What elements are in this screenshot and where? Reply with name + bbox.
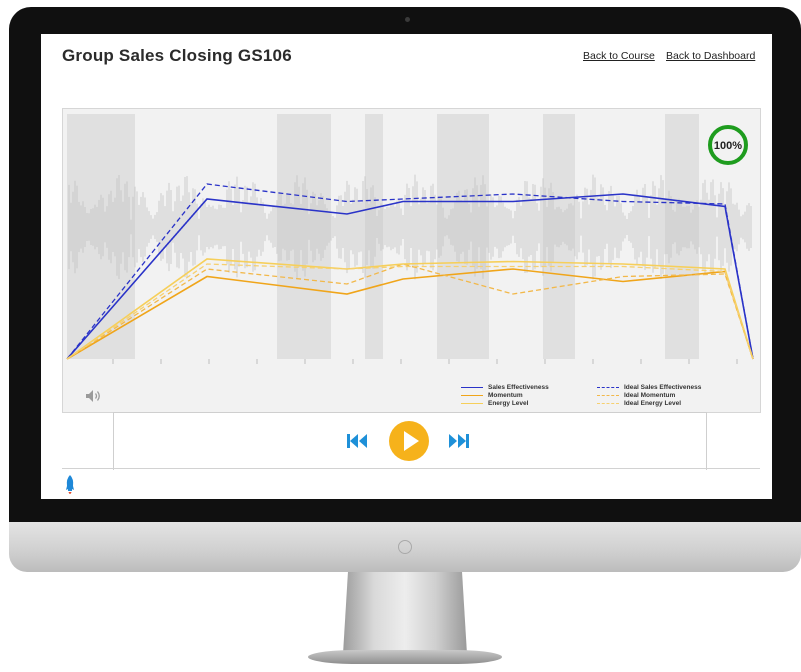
timeline-ticks [112,359,738,364]
skip-forward-icon[interactable] [448,432,470,450]
playback-controls [113,412,707,470]
skip-back-icon[interactable] [346,432,368,450]
legend-label: Ideal Momentum [624,392,676,399]
rocket-icon[interactable] [65,475,75,497]
legend-label: Sales Effectiveness [488,384,549,391]
series-line-momentum [66,268,754,360]
monitor-stand [343,572,467,654]
chart-legend: Sales Effectiveness Momentum Energy Leve… [461,383,741,413]
series-lines [66,183,754,360]
camera-dot [405,17,410,22]
series-line-ideal-sales-effectiveness [66,183,754,360]
legend-label: Ideal Energy Level [624,400,682,407]
performance-chart[interactable]: 100% [62,108,761,413]
chart-svg: 100% [66,114,754,364]
timeline-track[interactable] [62,468,760,469]
play-button[interactable] [389,421,429,461]
monitor-logo-icon [398,540,412,554]
play-icon [404,431,419,451]
series-line-sales-effectiveness [66,193,754,360]
back-to-dashboard-link[interactable]: Back to Dashboard [666,50,755,62]
page-title: Group Sales Closing GS106 [62,46,292,65]
back-to-course-link[interactable]: Back to Course [583,50,655,62]
segment-band [665,114,699,359]
legend-label: Ideal Sales Effectiveness [624,384,702,391]
legend-label: Energy Level [488,400,529,407]
speaker-icon[interactable] [85,389,103,403]
score-ring: 100% [708,125,748,165]
series-line-energy-level [66,258,754,360]
legend-item: Energy Level [461,399,528,408]
monitor-stand-base [308,650,502,664]
legend-item: Ideal Energy Level [597,399,681,408]
screen: Group Sales Closing GS106 Back to Course… [41,34,772,499]
score-label: 100% [714,140,742,152]
segment-band [365,114,383,359]
legend-label: Momentum [488,392,523,399]
